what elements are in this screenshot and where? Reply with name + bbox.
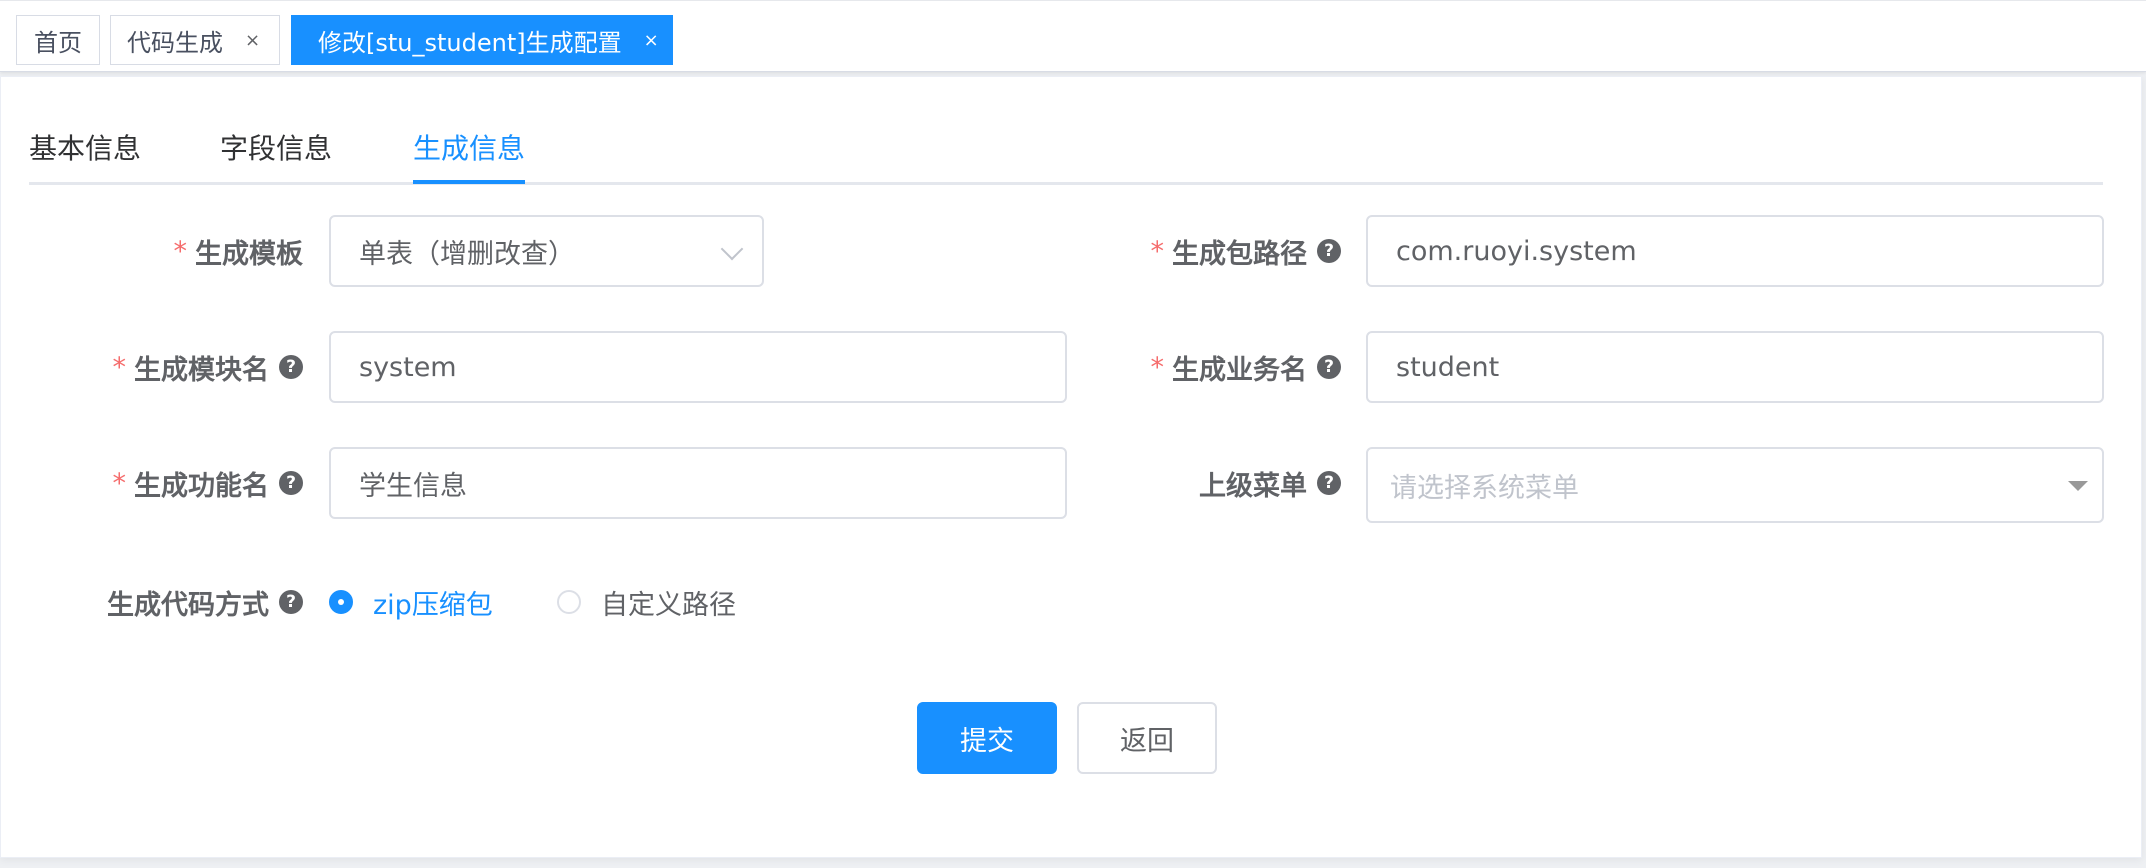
parent-menu-select[interactable]: 请选择系统菜单 (1366, 447, 2104, 523)
config-card: 基本信息 字段信息 生成信息 * 生成模板 单表（增删改查） * 生成包路径 ?… (0, 76, 2142, 858)
chevron-down-icon (720, 237, 744, 261)
required-mark: * (173, 235, 188, 267)
tag-label: 代码生成 (127, 28, 223, 57)
radio-custom-path-label: 自定义路径 (601, 589, 736, 621)
tab-gen-info[interactable]: 生成信息 (413, 127, 525, 167)
function-name-label: * 生成功能名 ? (112, 447, 303, 519)
business-name-value: student (1396, 351, 1500, 383)
module-name-label: * 生成模块名 ? (112, 331, 303, 403)
close-icon[interactable]: × (245, 30, 260, 51)
package-path-value: com.ruoyi.system (1396, 235, 1637, 267)
parent-menu-placeholder: 请选择系统菜单 (1390, 472, 1579, 504)
template-select[interactable]: 单表（增删改查） (329, 215, 764, 287)
tag-home[interactable]: 首页 (16, 15, 100, 65)
tag-code-gen[interactable]: 代码生成 × (110, 15, 280, 65)
required-mark: * (1150, 235, 1165, 267)
caret-down-icon (2068, 481, 2088, 491)
help-icon[interactable]: ? (1317, 355, 1341, 379)
submit-button[interactable]: 提交 (917, 702, 1057, 774)
tab-field-info[interactable]: 字段信息 (220, 127, 332, 167)
tags-view-bar: 首页 代码生成 × 修改[stu_student]生成配置 × (0, 0, 2146, 72)
gen-type-label-text: 生成代码方式 (107, 589, 269, 621)
back-button[interactable]: 返回 (1077, 702, 1217, 774)
tag-label: 修改[stu_student]生成配置 (318, 28, 622, 57)
module-name-label-text: 生成模块名 (134, 354, 269, 386)
business-name-input[interactable]: student (1366, 331, 2104, 403)
radio-checked-icon (329, 590, 353, 614)
required-mark: * (1150, 351, 1165, 383)
parent-menu-label-text: 上级菜单 (1199, 470, 1307, 502)
radio-custom-path[interactable]: 自定义路径 (557, 582, 736, 622)
package-path-label: * 生成包路径 ? (1150, 215, 1341, 287)
tab-active-indicator (413, 180, 525, 184)
business-name-label-text: 生成业务名 (1172, 354, 1307, 386)
close-icon[interactable]: × (644, 30, 659, 51)
tab-basic-info[interactable]: 基本信息 (29, 127, 141, 167)
package-path-input[interactable]: com.ruoyi.system (1366, 215, 2104, 287)
template-label: * 生成模板 (174, 215, 304, 287)
help-icon[interactable]: ? (279, 355, 303, 379)
package-path-label-text: 生成包路径 (1172, 238, 1307, 270)
module-name-value: system (359, 351, 457, 383)
function-name-input[interactable]: 学生信息 (329, 447, 1067, 519)
function-name-value: 学生信息 (359, 470, 467, 502)
help-icon[interactable]: ? (1317, 239, 1341, 263)
template-label-text: 生成模板 (195, 238, 303, 270)
tag-edit-config[interactable]: 修改[stu_student]生成配置 × (291, 15, 673, 65)
business-name-label: * 生成业务名 ? (1150, 331, 1341, 403)
module-name-input[interactable]: system (329, 331, 1067, 403)
function-name-label-text: 生成功能名 (134, 470, 269, 502)
required-mark: * (112, 351, 127, 383)
tag-label: 首页 (34, 28, 82, 57)
gen-type-label: 生成代码方式 ? (107, 566, 303, 638)
parent-menu-label: 上级菜单 ? (1199, 447, 1341, 519)
help-icon[interactable]: ? (1317, 471, 1341, 495)
required-mark: * (112, 467, 127, 499)
template-value: 单表（增删改查） (359, 238, 575, 270)
radio-zip-label: zip压缩包 (373, 589, 493, 621)
radio-zip[interactable]: zip压缩包 (329, 582, 493, 622)
tabs-bar: 基本信息 字段信息 生成信息 (29, 77, 2103, 185)
help-icon[interactable]: ? (279, 590, 303, 614)
radio-unchecked-icon (557, 590, 581, 614)
help-icon[interactable]: ? (279, 471, 303, 495)
